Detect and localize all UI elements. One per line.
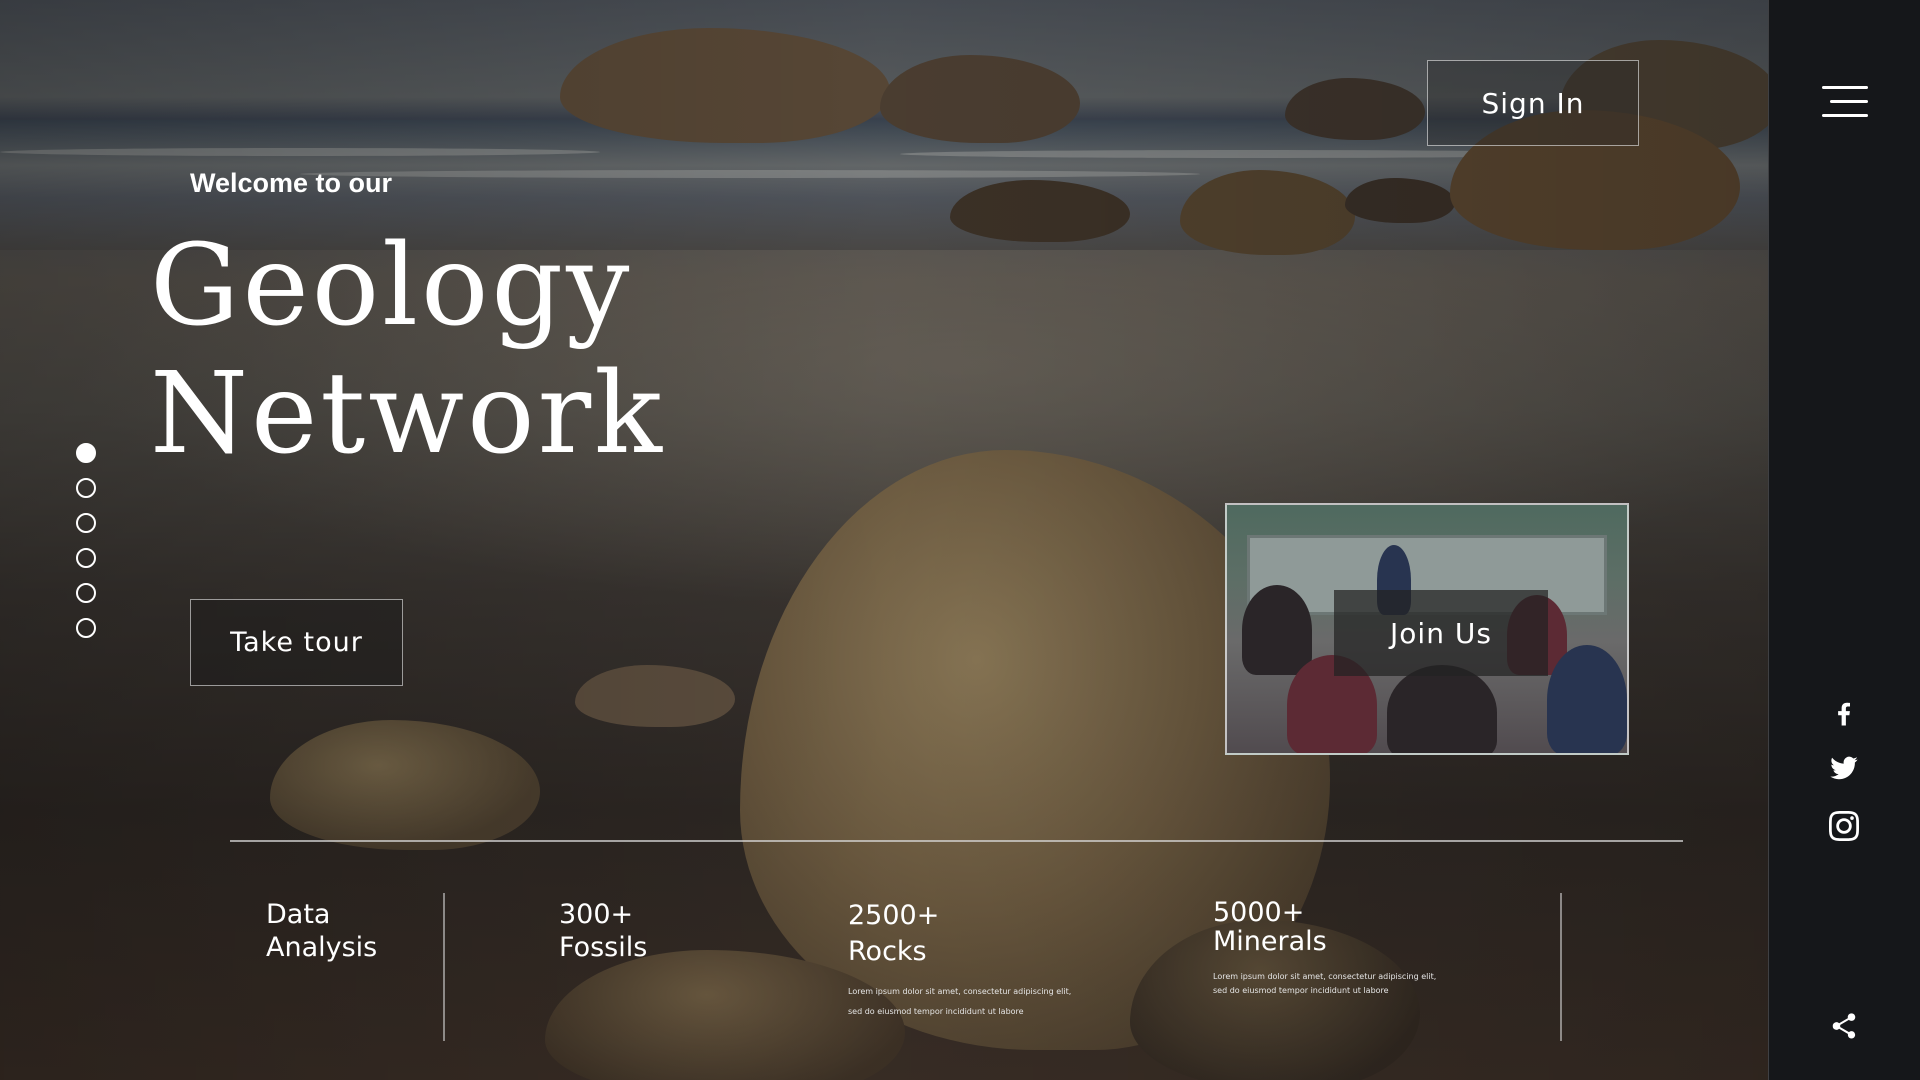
stat-fossils: 300+ Fossils [559, 898, 647, 964]
title-line-1: Geology [150, 221, 633, 351]
stat-number: 300+ [559, 899, 634, 930]
stat-label: Rocks [848, 936, 927, 967]
student-figure [1387, 665, 1497, 753]
slide-dot-5[interactable] [76, 583, 96, 603]
student-figure [1242, 585, 1312, 675]
menu-icon[interactable] [1820, 86, 1868, 120]
slide-dot-6[interactable] [76, 618, 96, 638]
facebook-icon[interactable] [1826, 695, 1862, 731]
title-line-2: Network [150, 349, 665, 479]
sign-in-button[interactable]: Sign In [1427, 60, 1639, 146]
welcome-text: Welcome to our [190, 168, 393, 198]
description-line: Lorem ipsum dolor sit amet, consectetur … [1213, 972, 1437, 981]
description-line: Lorem ipsum dolor sit amet, consectetur … [848, 987, 1072, 996]
twitter-icon[interactable] [1826, 750, 1862, 786]
stats-separator [1560, 893, 1562, 1041]
stat-rocks-description: Lorem ipsum dolor sit amet, consectetur … [848, 985, 1071, 1019]
stat-label: Data [266, 899, 331, 930]
stat-number: 2500+ [848, 900, 940, 931]
stat-label: Analysis [266, 932, 378, 963]
stat-label: Minerals [1213, 926, 1327, 957]
description-line: sed do eiusmod tempor incididunt ut labo… [848, 1007, 1024, 1016]
join-us-button[interactable]: Join Us [1334, 590, 1548, 676]
stat-minerals-description: Lorem ipsum dolor sit amet, consectetur … [1213, 970, 1436, 998]
stat-rocks: 2500+ Rocks [848, 898, 939, 970]
stat-label: Fossils [559, 932, 648, 963]
stats-separator [443, 893, 445, 1041]
description-line: sed do eiusmod tempor incididunt ut labo… [1213, 986, 1389, 995]
slide-dot-2[interactable] [76, 478, 96, 498]
side-panel [1768, 0, 1920, 1080]
slide-dot-4[interactable] [76, 548, 96, 568]
slide-dot-3[interactable] [76, 513, 96, 533]
stat-number: 5000+ [1213, 897, 1305, 928]
take-tour-button[interactable]: Take tour [190, 599, 403, 686]
stat-minerals: 5000+ Minerals [1213, 898, 1327, 956]
stats-divider [230, 840, 1683, 842]
slide-dot-1[interactable] [76, 443, 96, 463]
stat-data-analysis: Data Analysis [266, 898, 377, 964]
instagram-icon[interactable] [1826, 808, 1862, 844]
page-title: Geology Network [150, 222, 665, 478]
student-figure [1547, 645, 1627, 753]
share-icon[interactable] [1826, 1008, 1862, 1044]
